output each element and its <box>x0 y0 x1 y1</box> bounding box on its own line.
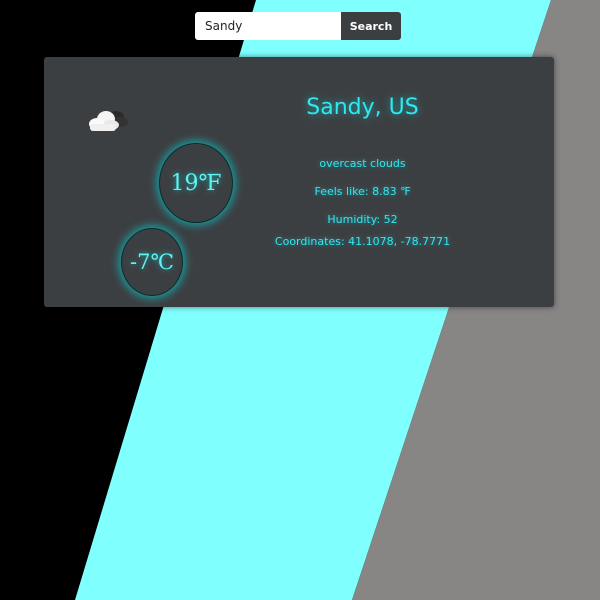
search-bar: Search <box>195 12 401 40</box>
temperature-fahrenheit: 19℉ <box>159 143 233 223</box>
search-input[interactable] <box>195 12 341 40</box>
city-title: Sandy, US <box>306 95 419 120</box>
coordinates: Coordinates: 41.1078, -78.7771 <box>274 235 451 248</box>
weather-description: overcast clouds <box>319 157 406 170</box>
temperature-celsius: -7℃ <box>121 228 183 296</box>
cloud-icon <box>89 111 128 131</box>
humidity: Humidity: 52 <box>327 213 398 226</box>
feels-like: Feels like: 8.83 ℉ <box>314 185 411 198</box>
search-button[interactable]: Search <box>341 12 401 40</box>
weather-card: 19℉ -7℃ Sandy, US overcast clouds Feels … <box>44 57 554 307</box>
page-background: Search 19℉ -7℃ Sandy, US overcast clouds… <box>0 0 600 600</box>
